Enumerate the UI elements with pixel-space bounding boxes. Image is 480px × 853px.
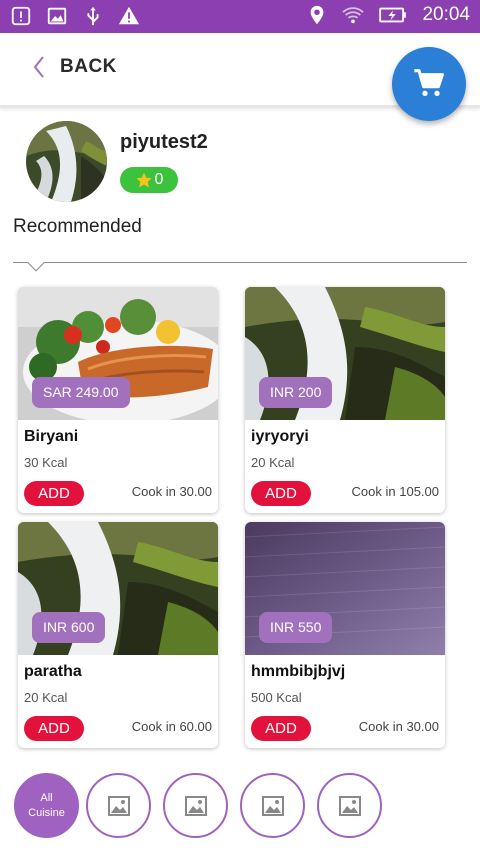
- item-calories: 20 Kcal: [251, 455, 295, 470]
- cuisine-filter[interactable]: [317, 773, 382, 838]
- price-badge: INR 200: [259, 377, 333, 408]
- item-calories: 500 Kcal: [251, 690, 302, 705]
- shopping-cart-icon: [414, 69, 444, 96]
- price-badge: INR 550: [259, 612, 333, 643]
- wifi-icon: [342, 7, 365, 24]
- cart-button[interactable]: [392, 47, 466, 121]
- alert-box-icon: [11, 6, 31, 26]
- image-placeholder-icon: [107, 795, 130, 816]
- item-name: Biryani: [24, 428, 79, 445]
- item-image-waterfall: INR 200: [245, 287, 445, 420]
- warning-icon: [118, 6, 140, 25]
- chevron-left-icon: [33, 56, 44, 78]
- cuisine-filter[interactable]: [86, 773, 151, 838]
- price-badge: INR 600: [32, 612, 106, 643]
- cuisine-all-label-2: Cuisine: [28, 806, 65, 819]
- cook-time: Cook in 30.00: [131, 484, 212, 499]
- section-divider: [13, 262, 467, 263]
- cuisine-filter[interactable]: [240, 773, 305, 838]
- add-button[interactable]: ADD: [24, 481, 84, 506]
- menu-item-card[interactable]: INR 200 iyryoryi 20 Kcal ADD Cook in 105…: [245, 287, 445, 513]
- usb-icon: [87, 6, 99, 26]
- item-image-salmon: SAR 249.00: [18, 287, 218, 420]
- add-button[interactable]: ADD: [24, 716, 84, 741]
- price-badge: SAR 249.00: [32, 377, 130, 408]
- item-name: hmmbibjbjvj: [251, 663, 346, 680]
- menu-item-card[interactable]: SAR 249.00 Biryani 30 Kcal ADD Cook in 3…: [18, 287, 218, 513]
- image-placeholder-icon: [261, 795, 284, 816]
- menu-item-card[interactable]: INR 600 paratha 20 Kcal ADD Cook in 60.0…: [18, 522, 218, 748]
- cuisine-all-label: All: [40, 791, 53, 804]
- menu-item-card[interactable]: INR 550 hmmbibjbjvj 500 Kcal ADD Cook in…: [245, 522, 445, 748]
- back-button[interactable]: BACK: [32, 55, 117, 79]
- profile-avatar[interactable]: [26, 121, 107, 202]
- battery-charging-icon: [379, 7, 407, 23]
- cuisine-filter-all[interactable]: All Cuisine: [14, 773, 79, 838]
- rating-value: 0: [154, 171, 164, 188]
- image-placeholder-icon: [184, 795, 207, 816]
- status-bar: 20:04: [0, 0, 480, 33]
- divider-notch: [27, 254, 45, 272]
- cook-time: Cook in 60.00: [131, 719, 212, 734]
- star-icon: [136, 172, 152, 188]
- location-pin-icon: [311, 5, 324, 25]
- item-calories: 20 Kcal: [24, 690, 68, 705]
- section-title: Recommended: [13, 216, 142, 237]
- clock: 20:04: [422, 4, 470, 25]
- item-image-purple-texture: INR 550: [245, 522, 445, 655]
- cuisine-filter[interactable]: [163, 773, 228, 838]
- image-icon: [47, 7, 67, 25]
- profile-name: piyutest2: [120, 131, 208, 153]
- cook-time: Cook in 105.00: [351, 484, 439, 499]
- item-name: iyryoryi: [251, 428, 309, 445]
- rating-badge: 0: [120, 167, 178, 193]
- image-placeholder-icon: [338, 795, 361, 816]
- add-button[interactable]: ADD: [251, 481, 311, 506]
- item-calories: 30 Kcal: [24, 455, 68, 470]
- item-name: paratha: [24, 663, 82, 680]
- add-button[interactable]: ADD: [251, 716, 311, 741]
- back-label: BACK: [60, 56, 117, 77]
- item-image-waterfall: INR 600: [18, 522, 218, 655]
- cook-time: Cook in 30.00: [358, 719, 439, 734]
